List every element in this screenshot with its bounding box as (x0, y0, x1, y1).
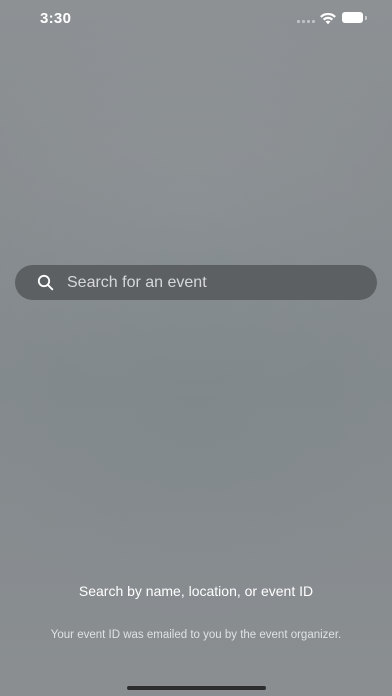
help-subtitle: Your event ID was emailed to you by the … (50, 629, 342, 641)
cellular-signal-icon (297, 19, 315, 23)
search-icon (37, 274, 54, 291)
home-indicator[interactable] (127, 686, 266, 690)
event-search-screen: 3:30 Search by name, location, or event … (0, 0, 392, 696)
wifi-icon (320, 12, 336, 25)
help-title: Search by name, location, or event ID (78, 583, 314, 599)
battery-cap (365, 16, 367, 20)
search-input[interactable] (67, 273, 357, 292)
battery-icon (342, 12, 368, 24)
status-time: 3:30 (40, 10, 72, 27)
status-bar: 3:30 (0, 0, 392, 40)
search-field[interactable] (15, 265, 377, 300)
battery-level (342, 12, 363, 23)
